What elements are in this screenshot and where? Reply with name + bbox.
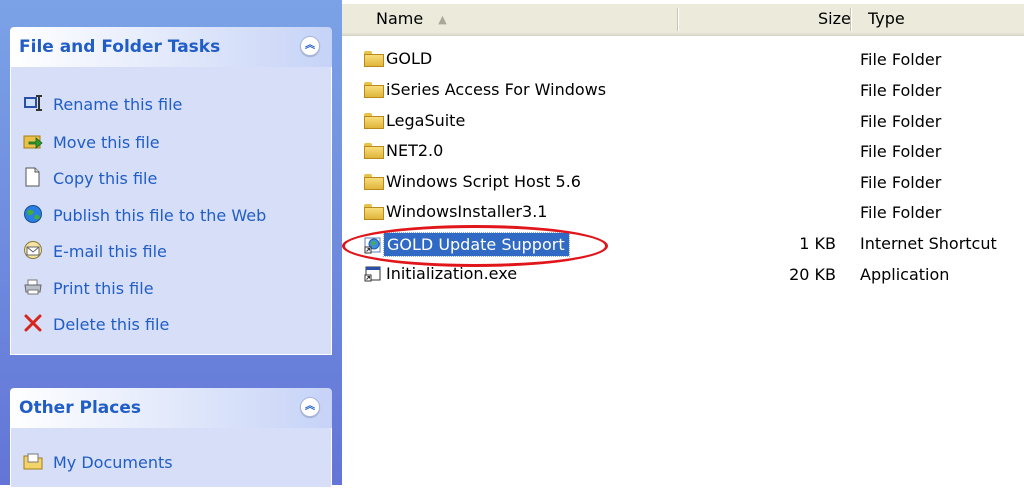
my-documents-link[interactable]: My Documents: [23, 448, 173, 474]
print-file-link[interactable]: Print this file: [23, 274, 154, 300]
list-item[interactable]: LegaSuite File Folder: [342, 107, 1024, 137]
copy-file-link[interactable]: Copy this file: [23, 164, 157, 190]
list-item[interactable]: iSeries Access For Windows File Folder: [342, 76, 1024, 106]
file-type: File Folder: [860, 50, 942, 69]
file-name: WindowsInstaller3.1: [386, 202, 548, 221]
delete-file-link[interactable]: Delete this file: [23, 310, 169, 336]
file-type: File Folder: [860, 81, 942, 100]
file-name: Windows Script Host 5.6: [386, 172, 581, 191]
file-list: Name ▲ Size Type GOLD File Folder iSerie…: [342, 0, 1024, 485]
task-label: Rename this file: [53, 94, 183, 114]
column-divider[interactable]: [677, 8, 679, 31]
delete-icon: [23, 313, 43, 333]
folder-icon: [364, 112, 384, 129]
folder-icon: [364, 50, 384, 67]
file-type: Application: [860, 265, 950, 284]
file-type: File Folder: [860, 203, 942, 222]
column-header-bar: Name ▲ Size Type: [342, 4, 1024, 36]
file-name: iSeries Access For Windows: [386, 80, 607, 99]
folder-icon: [364, 81, 384, 98]
panel-title: File and Folder Tasks: [19, 37, 221, 57]
task-label: E-mail this file: [53, 241, 167, 261]
folder-icon: [364, 173, 384, 190]
application-icon: [364, 265, 382, 283]
file-size: 1 KB: [799, 234, 836, 253]
file-name: GOLD Update Support: [383, 232, 570, 257]
rename-file-link[interactable]: Rename this file: [23, 90, 182, 116]
list-item-selected[interactable]: GOLD Update Support 1 KB Internet Shortc…: [342, 229, 1024, 259]
other-places-header[interactable]: Other Places ︽: [10, 388, 332, 428]
move-icon: [23, 131, 43, 151]
sort-ascending-icon: ▲: [438, 13, 447, 26]
email-file-link[interactable]: E-mail this file: [23, 237, 167, 263]
collapse-chevron-icon[interactable]: ︽: [300, 36, 320, 56]
copy-icon: [23, 167, 43, 187]
task-label: Copy this file: [53, 168, 158, 188]
task-label: Delete this file: [53, 314, 170, 334]
other-places-body: My Documents: [10, 428, 332, 488]
list-item[interactable]: Initialization.exe 20 KB Application: [342, 260, 1024, 290]
list-item[interactable]: GOLD File Folder: [342, 45, 1024, 75]
list-item[interactable]: Windows Script Host 5.6 File Folder: [342, 168, 1024, 198]
publish-web-icon: [23, 204, 43, 224]
task-label: My Documents: [53, 452, 173, 472]
move-file-link[interactable]: Move this file: [23, 128, 160, 154]
folder-icon: [364, 142, 384, 159]
file-name: LegaSuite: [386, 111, 466, 130]
column-type-header[interactable]: Type: [868, 9, 905, 28]
task-label: Publish this file to the Web: [53, 205, 267, 225]
task-pane: File and Folder Tasks ︽ Rename this file…: [0, 0, 342, 488]
panel-title: Other Places: [19, 398, 141, 418]
file-name: NET2.0: [386, 141, 444, 160]
task-label: Move this file: [53, 132, 160, 152]
collapse-chevron-icon[interactable]: ︽: [300, 397, 320, 417]
internet-shortcut-icon: [364, 236, 382, 254]
folder-icon: [364, 203, 384, 220]
email-icon: [23, 240, 43, 260]
file-folder-tasks-body: Rename this file Move this file Copy thi…: [10, 67, 332, 355]
rename-icon: [23, 93, 43, 113]
file-name: GOLD: [386, 49, 433, 68]
task-label: Print this file: [53, 278, 154, 298]
column-name-label: Name: [376, 9, 424, 28]
my-documents-icon: [23, 451, 43, 471]
column-name-header[interactable]: Name ▲: [376, 9, 447, 28]
file-folder-tasks-header[interactable]: File and Folder Tasks ︽: [10, 27, 332, 67]
publish-web-link[interactable]: Publish this file to the Web: [23, 201, 266, 227]
print-icon: [23, 277, 43, 297]
file-name: Initialization.exe: [386, 264, 518, 283]
column-divider[interactable]: [850, 8, 852, 31]
file-type: Internet Shortcut: [860, 234, 997, 253]
file-type: File Folder: [860, 142, 942, 161]
file-size: 20 KB: [789, 265, 836, 284]
file-type: File Folder: [860, 112, 942, 131]
list-item[interactable]: NET2.0 File Folder: [342, 137, 1024, 167]
list-item[interactable]: WindowsInstaller3.1 File Folder: [342, 198, 1024, 228]
file-type: File Folder: [860, 173, 942, 192]
column-size-header[interactable]: Size: [818, 9, 851, 28]
